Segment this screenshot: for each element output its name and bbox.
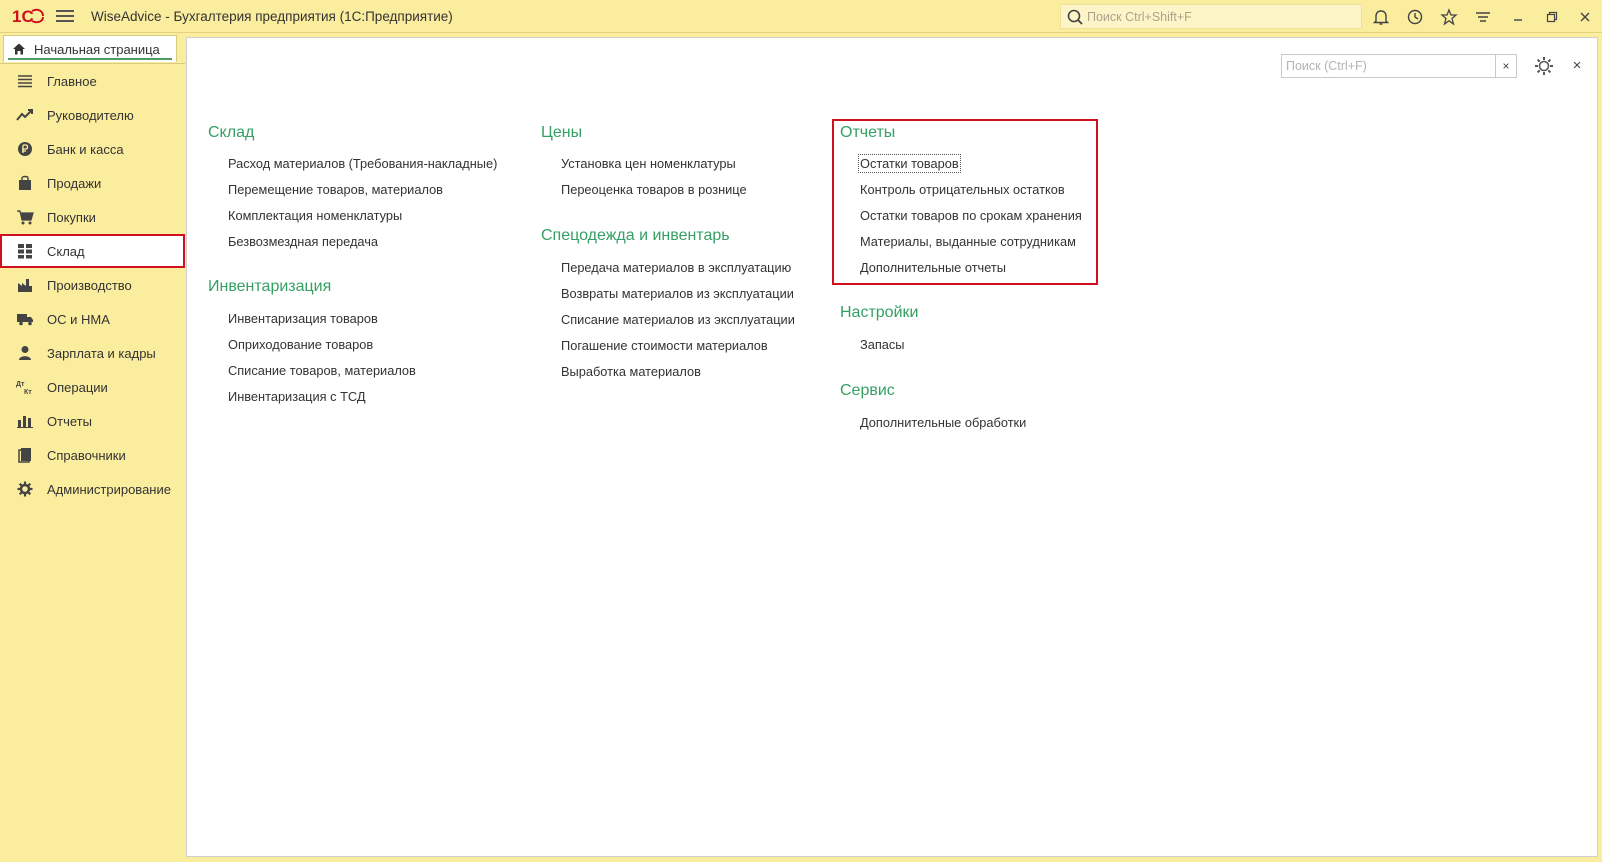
sidebar-item-proizvodstvo[interactable]: Производство [0, 268, 185, 302]
link-zapasy[interactable]: Запасы [860, 337, 905, 352]
truck-icon [16, 310, 34, 328]
history-icon[interactable] [1404, 6, 1426, 28]
sidebar-item-label: Справочники [47, 447, 126, 463]
active-tab-indicator [8, 58, 172, 60]
bell-icon[interactable] [1370, 6, 1392, 28]
sidebar-item-label: Зарплата и кадры [47, 345, 156, 361]
link-komplektaciya[interactable]: Комплектация номенклатуры [228, 208, 402, 223]
settings-lines-icon[interactable] [1472, 6, 1494, 28]
restore-icon[interactable] [1541, 6, 1563, 28]
sidebar-item-zarplata[interactable]: Зарплата и кадры [0, 336, 185, 370]
star-icon[interactable] [1438, 6, 1460, 28]
sidebar-item-prodazhi[interactable]: Продажи [0, 166, 185, 200]
sidebar-item-label: Руководителю [47, 107, 134, 123]
main-menu-icon[interactable] [56, 8, 74, 24]
global-search-input[interactable]: Поиск Ctrl+Shift+F [1060, 4, 1362, 29]
close-icon[interactable] [1574, 6, 1596, 28]
sidebar-item-os-nma[interactable]: ОС и НМА [0, 302, 185, 336]
sidebar-item-label: Покупки [47, 209, 96, 225]
link-ustanovka-cen[interactable]: Установка цен номенклатуры [561, 156, 736, 171]
group-title-specodezhda: Спецодежда и инвентарь [541, 227, 730, 244]
link-spisanie-tovarov[interactable]: Списание товаров, материалов [228, 363, 416, 378]
sidebar-item-label: Администрирование [47, 481, 171, 497]
page-search-input[interactable]: Поиск (Ctrl+F) × [1281, 54, 1517, 78]
app-title: WiseAdvice - Бухгалтерия предприятия (1С… [91, 9, 453, 24]
sidebar-item-label: Операции [47, 379, 108, 395]
link-dopolnitelnye-otchety[interactable]: Дополнительные отчеты [860, 260, 1006, 275]
sidebar-item-label: ОС и НМА [47, 311, 110, 327]
link-ostatki-tovarov[interactable]: Остатки товаров [858, 154, 961, 173]
svg-text:Дт: Дт [16, 381, 25, 388]
clear-search-button[interactable]: × [1495, 55, 1516, 77]
sidebar-item-operacii[interactable]: Дт Кт Операции [0, 370, 185, 404]
group-title-sklad: Склад [208, 124, 255, 141]
warehouse-grid-icon [16, 242, 34, 260]
factory-icon [16, 276, 34, 294]
link-kontrol-otricatelnyh[interactable]: Контроль отрицательных остатков [860, 182, 1065, 197]
sidebar-item-label: Главное [47, 73, 97, 89]
link-bezvozmezdnaya[interactable]: Безвозмездная передача [228, 234, 378, 249]
link-materialy-vydannye[interactable]: Материалы, выданные сотрудникам [860, 234, 1076, 249]
person-icon [16, 344, 34, 362]
link-oprihodovanie[interactable]: Оприходование товаров [228, 337, 373, 352]
link-dopolnitelnye-obrabotki[interactable]: Дополнительные обработки [860, 415, 1026, 430]
sidebar-item-label: Банк и касса [47, 141, 124, 157]
link-pogashenie-stoimosti[interactable]: Погашение стоимости материалов [561, 338, 768, 353]
sidebar-item-otchety[interactable]: Отчеты [0, 404, 185, 438]
link-pereocenka[interactable]: Переоценка товаров в рознице [561, 182, 747, 197]
group-title-servis: Сервис [840, 382, 895, 399]
dt-kt-icon: Дт Кт [16, 378, 34, 396]
close-panel-button[interactable]: × [1568, 56, 1586, 74]
trend-icon [16, 106, 34, 124]
sidebar-item-rukovoditelyu[interactable]: Руководителю [0, 98, 185, 132]
search-icon [1067, 9, 1083, 25]
gear-icon [16, 480, 34, 498]
title-bar: 1C WiseAdvice - Бухгалтерия предприятия … [0, 0, 1602, 33]
tab-home-label: Начальная страница [34, 41, 160, 57]
link-vozvraty-materialov[interactable]: Возвраты материалов из эксплуатации [561, 286, 794, 301]
sidebar-item-spravochniki[interactable]: Справочники [0, 438, 185, 472]
home-icon [13, 43, 25, 55]
menu-lines-icon [16, 72, 34, 90]
link-ostatki-po-srokam[interactable]: Остатки товаров по срокам хранения [860, 208, 1082, 223]
page-search-placeholder: Поиск (Ctrl+F) [1286, 59, 1367, 73]
group-title-inventarizaciya: Инвентаризация [208, 278, 332, 295]
cart-icon [16, 208, 34, 226]
sidebar-item-label: Продажи [47, 175, 102, 191]
bar-chart-icon [16, 412, 34, 430]
sidebar-item-pokupki[interactable]: Покупки [0, 200, 185, 234]
1c-logo-icon: 1C [12, 7, 44, 26]
svg-text:Кт: Кт [24, 389, 32, 395]
group-title-ceny: Цены [541, 124, 583, 141]
sidebar-item-label: Склад [47, 243, 85, 259]
svg-text:1C: 1C [12, 7, 34, 26]
shopping-bag-icon [16, 174, 34, 192]
link-inventarizaciya-tsd[interactable]: Инвентаризация с ТСД [228, 389, 366, 404]
link-spisanie-materialov[interactable]: Списание материалов из эксплуатации [561, 312, 795, 327]
link-vyrabotka-materialov[interactable]: Выработка материалов [561, 364, 701, 379]
group-title-nastroyki: Настройки [840, 304, 919, 321]
sidebar-item-label: Производство [47, 277, 132, 293]
link-peremeshchenie[interactable]: Перемещение товаров, материалов [228, 182, 443, 197]
sidebar: Главное Руководителю Банк и касса Продаж… [0, 63, 185, 862]
sidebar-item-bank[interactable]: Банк и касса [0, 132, 185, 166]
link-inventarizaciya-tovarov[interactable]: Инвентаризация товаров [228, 311, 378, 326]
link-peredacha-materialov[interactable]: Передача материалов в эксплуатацию [561, 260, 791, 275]
panel-settings-icon[interactable] [1533, 55, 1555, 77]
sidebar-item-glavnoe[interactable]: Главное [0, 64, 185, 98]
minimize-icon[interactable] [1507, 6, 1529, 28]
sidebar-item-sklad[interactable]: Склад [0, 234, 185, 268]
link-rashod-materialov[interactable]: Расход материалов (Требования-накладные) [228, 156, 497, 171]
group-title-otchety: Отчеты [840, 124, 896, 141]
sidebar-item-label: Отчеты [47, 413, 92, 429]
tab-strip: Начальная страница [0, 34, 185, 62]
tab-home[interactable]: Начальная страница [3, 35, 177, 62]
main-panel: Поиск (Ctrl+F) × × Склад Расход материал… [186, 37, 1598, 857]
book-icon [16, 446, 34, 464]
ruble-coin-icon [16, 140, 34, 158]
global-search-placeholder: Поиск Ctrl+Shift+F [1087, 9, 1192, 24]
sidebar-item-administrirovanie[interactable]: Администрирование [0, 472, 185, 506]
